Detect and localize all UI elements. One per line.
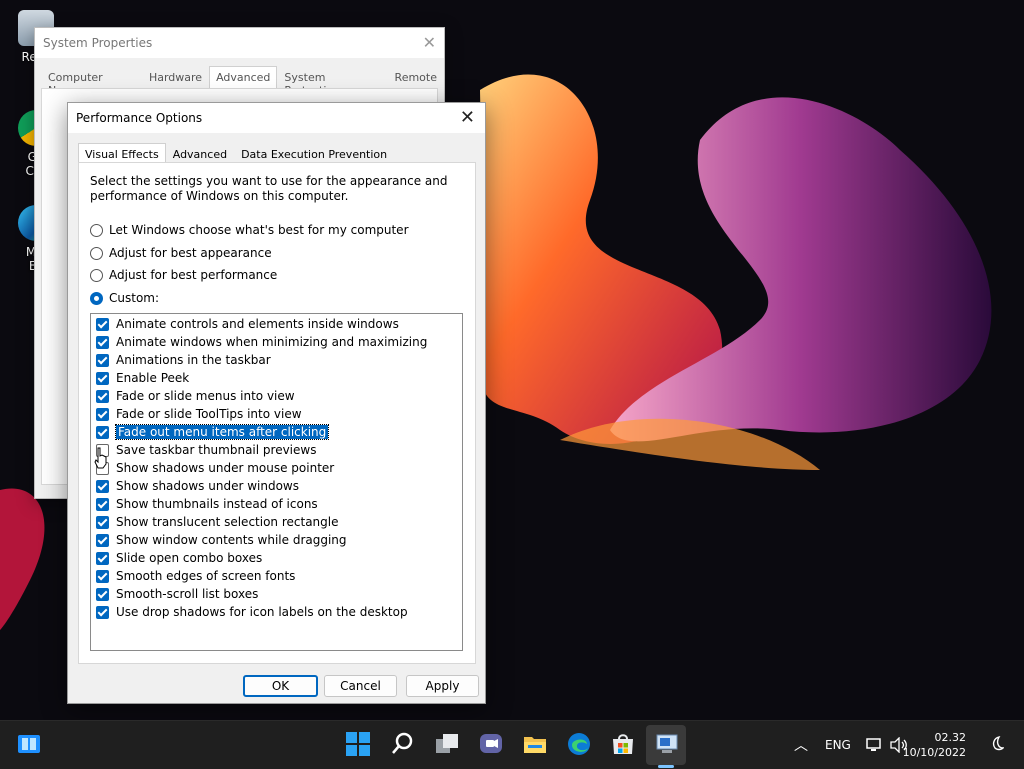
list-item[interactable]: Show translucent selection rectangle — [96, 514, 339, 530]
list-item[interactable]: Slide open combo boxes — [96, 550, 262, 566]
checkbox[interactable] — [96, 533, 109, 547]
list-item[interactable]: Smooth edges of screen fonts — [96, 568, 295, 584]
checkbox[interactable] — [96, 605, 109, 619]
list-item[interactable]: Enable Peek — [96, 370, 189, 386]
language-indicator[interactable]: ENG — [825, 721, 851, 769]
performance-options-titlebar[interactable]: Performance Options — [68, 103, 485, 133]
teams-chat-icon[interactable] — [478, 731, 504, 757]
list-item[interactable]: Animate controls and elements inside win… — [96, 316, 399, 332]
radio-custom[interactable]: Custom: — [90, 291, 159, 305]
visual-effects-list[interactable]: Animate controls and elements inside win… — [90, 313, 463, 651]
checkbox[interactable] — [96, 587, 109, 601]
radio-let-windows-choose[interactable]: Let Windows choose what's best for my co… — [90, 223, 409, 237]
checkbox[interactable] — [96, 335, 109, 349]
show-hidden-icons-button[interactable]: ︿ — [794, 721, 808, 769]
clock-time: 02.32 — [934, 731, 967, 744]
dialog-title: Performance Options — [76, 111, 203, 125]
start-windows-icon[interactable] — [345, 731, 371, 757]
checkbox[interactable] — [96, 389, 109, 403]
list-item[interactable]: Save taskbar thumbnail previews — [96, 442, 316, 458]
checkbox[interactable] — [96, 497, 109, 511]
clock[interactable]: 02.32 10/10/2022 — [903, 730, 966, 760]
apply-button[interactable]: Apply — [406, 675, 479, 697]
radio-button-selected[interactable] — [90, 291, 103, 305]
radio-button[interactable] — [90, 268, 103, 282]
ok-button[interactable]: OK — [243, 675, 318, 697]
list-item-selected[interactable]: Fade out menu items after clicking — [96, 424, 330, 440]
network-icon[interactable] — [866, 737, 882, 753]
radio-label: Adjust for best performance — [109, 268, 278, 282]
checkbox[interactable] — [96, 569, 109, 583]
list-item[interactable]: Animate windows when minimizing and maxi… — [96, 334, 427, 350]
checkbox[interactable] — [96, 317, 109, 331]
hand-cursor-icon — [94, 447, 107, 469]
checkbox[interactable] — [96, 407, 109, 421]
microsoft-store-icon[interactable] — [610, 731, 636, 757]
radio-label: Let Windows choose what's best for my co… — [109, 223, 409, 237]
list-item[interactable]: Show thumbnails instead of icons — [96, 496, 318, 512]
checkbox[interactable] — [96, 425, 109, 439]
list-item[interactable]: Show shadows under mouse pointer — [96, 460, 334, 476]
list-item[interactable]: Smooth-scroll list boxes — [96, 586, 258, 602]
radio-best-performance[interactable]: Adjust for best performance — [90, 268, 277, 282]
list-item[interactable]: Show window contents while dragging — [96, 532, 347, 548]
chevron-up-icon: ︿ — [794, 738, 808, 754]
radio-button[interactable] — [90, 246, 103, 260]
list-item[interactable]: Show shadows under windows — [96, 478, 299, 494]
radio-best-appearance[interactable]: Adjust for best appearance — [90, 246, 272, 260]
window-title: System Properties — [43, 36, 153, 50]
list-item[interactable]: Use drop shadows for icon labels on the … — [96, 604, 408, 620]
checkbox[interactable] — [96, 515, 109, 529]
taskbar: ︿ ENG 02.32 10/10/2022 — [0, 720, 1024, 769]
checkbox[interactable] — [96, 371, 109, 385]
system-properties-titlebar[interactable]: System Properties — [35, 28, 444, 58]
radio-button[interactable] — [90, 223, 103, 237]
clock-date: 10/10/2022 — [902, 746, 966, 759]
list-item[interactable]: Fade or slide ToolTips into view — [96, 406, 302, 422]
list-item[interactable]: Fade or slide menus into view — [96, 388, 295, 404]
widgets-icon[interactable] — [16, 731, 42, 757]
system-properties-app-icon[interactable] — [654, 731, 680, 757]
search-icon[interactable] — [390, 731, 416, 757]
checkbox[interactable] — [96, 353, 109, 367]
file-explorer-icon[interactable] — [522, 731, 548, 757]
performance-options-dialog: Performance Options ✕ Visual Effects Adv… — [67, 102, 486, 704]
cancel-button[interactable]: Cancel — [324, 675, 397, 697]
checkbox[interactable] — [96, 551, 109, 565]
notifications-moon-icon[interactable] — [988, 736, 1004, 752]
close-icon[interactable]: ✕ — [460, 107, 475, 128]
close-icon[interactable]: ✕ — [423, 33, 436, 52]
list-item[interactable]: Animations in the taskbar — [96, 352, 271, 368]
radio-label: Custom: — [109, 291, 160, 305]
radio-label: Adjust for best appearance — [109, 246, 272, 260]
visual-effects-description: Select the settings you want to use for … — [90, 174, 448, 203]
checkbox[interactable] — [96, 479, 109, 493]
task-view-icon[interactable] — [434, 731, 460, 757]
edge-icon[interactable] — [566, 731, 592, 757]
